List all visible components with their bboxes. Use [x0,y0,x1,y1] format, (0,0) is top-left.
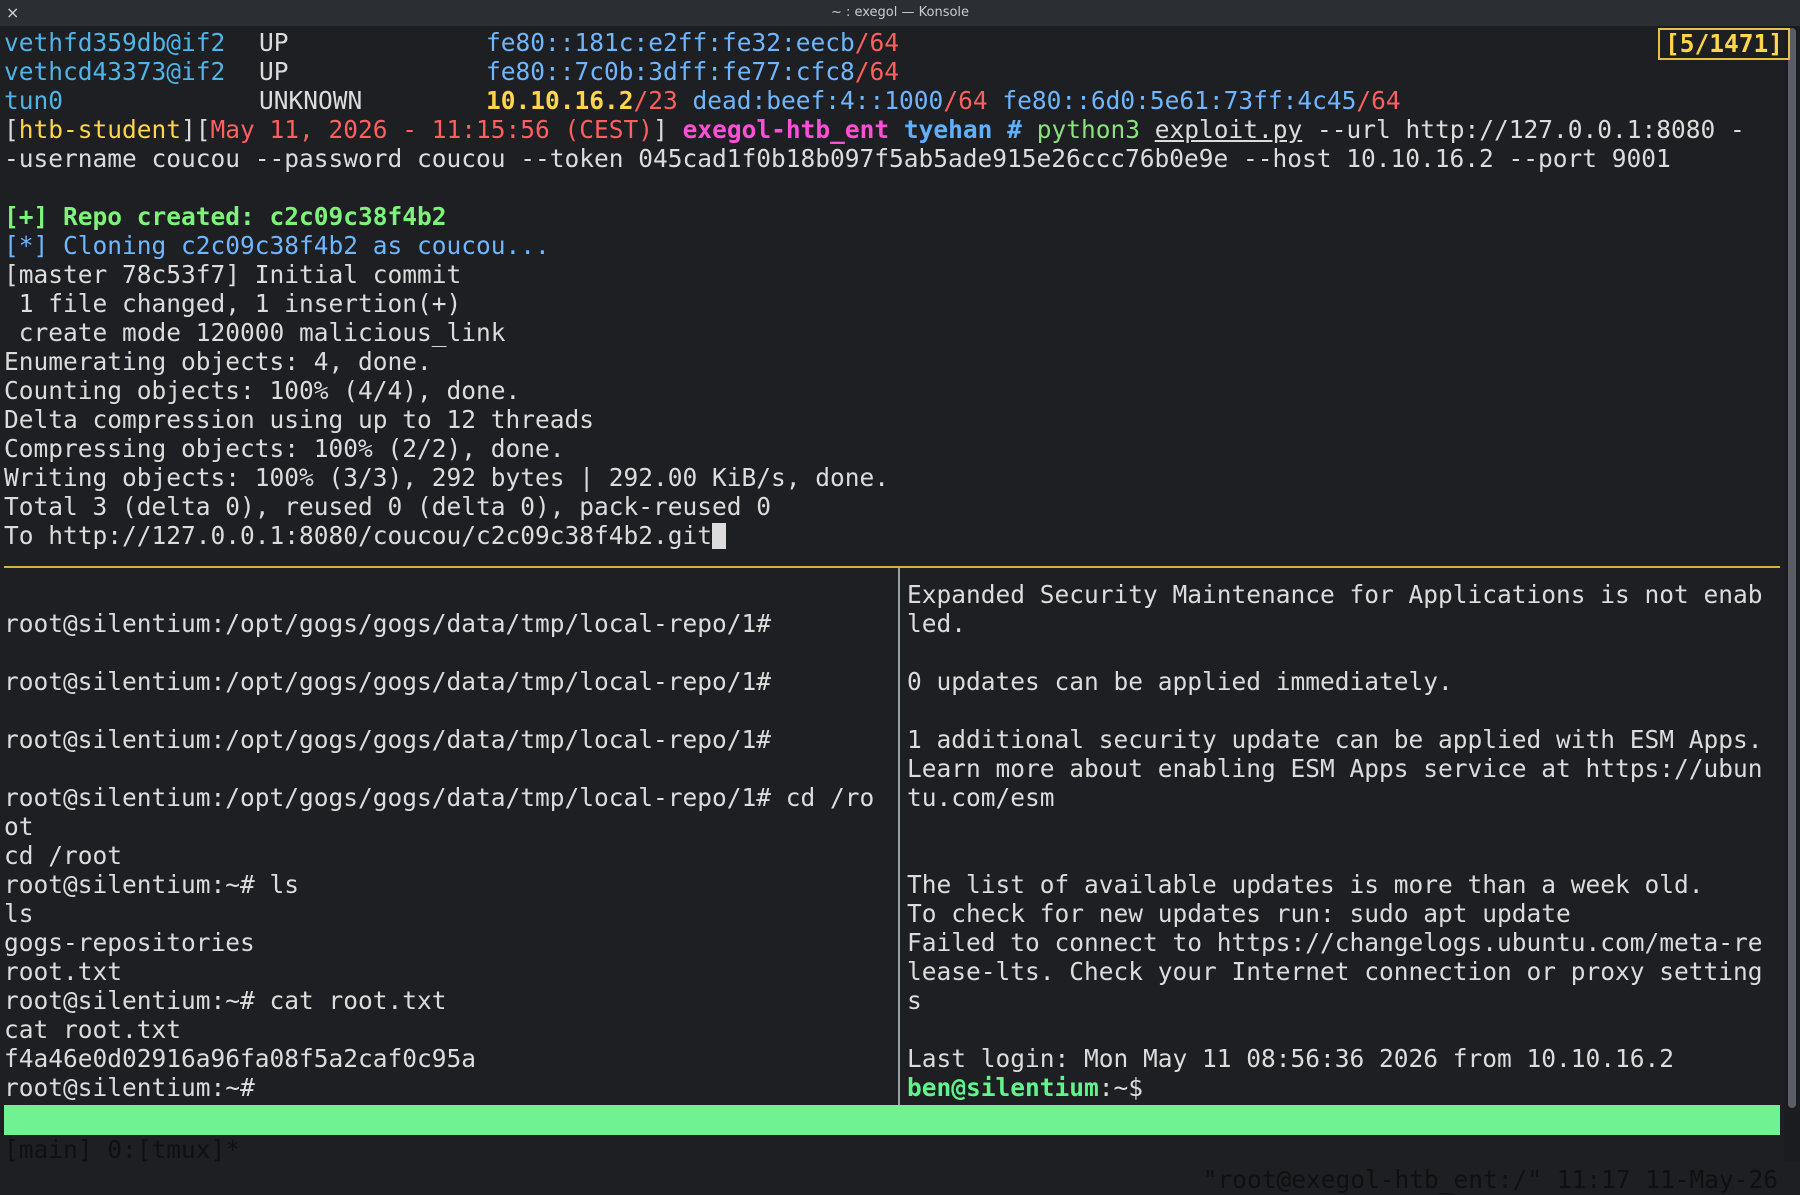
right-pane-line: led. [907,609,967,638]
iface-prefix: /64 [854,57,900,86]
window-title: ~ : exegol — Konsole [830,5,970,20]
scrollbar-thumb[interactable] [1788,28,1796,1108]
iface-addr: fe80::7c0b:3dff:fe77:cfc8 [486,57,855,86]
output-line: [*] Cloning c2c09c38f4b2 as coucou... [4,231,550,260]
left-pane-line: root@silentium:~# cat root.txt [4,986,447,1015]
iface-ipv4: 10.10.16.2 [486,86,634,115]
prompt-bracket: ][ [181,115,211,144]
command-name: python3 [1036,115,1140,144]
iface-state: UNKNOWN [259,86,363,115]
right-pane-line: Last login: Mon May 11 08:56:36 2026 fro… [907,1044,1675,1073]
right-pane-line: The list of available updates is more th… [907,870,1704,899]
right-pane-line: lease-lts. Check your Internet connectio… [907,957,1763,986]
prompt-path: :~$ [1098,1073,1144,1102]
output-line: To http://127.0.0.1:8080/coucou/c2c09c38… [4,521,727,550]
iface-addr: fe80::181c:e2ff:fe32:eecb [486,28,855,57]
left-pane-line: root@silentium:~# ls [4,870,300,899]
right-pane-line: Learn more about enabling ESM Apps servi… [907,754,1763,783]
prompt-bracket: ] [653,115,668,144]
prompt-date: May 11, 2026 - 11:15:56 (CEST) [210,115,654,144]
iface-state: UP [259,28,289,57]
output-line: 1 file changed, 1 insertion(+) [4,289,462,318]
prompt-line: [htb-student][May 11, 2026 - 11:15:56 (C… [4,115,1745,144]
iface-line: tun0 UNKNOWN 10.10.16.2/23 dead:beef:4::10… [4,86,1401,115]
pane-separator-horizontal[interactable] [4,566,1780,568]
output-line: Enumerating objects: 4, done. [4,347,432,376]
left-pane-line: gogs-repositories [4,928,255,957]
left-pane-line: root.txt [4,957,123,986]
prompt-user: htb-student [18,115,182,144]
tmux-status-bar: [main] 0:[tmux]* "root@exegol-htb_ent:/"… [4,1105,1780,1194]
left-pane-line: f4a46e0d02916a96fa08f5a2caf0c95a [4,1044,477,1073]
left-pane-line: cat root.txt [4,1015,182,1044]
right-pane-line: Failed to connect to https://changelogs.… [907,928,1763,957]
iface-name: vethfd359db@if2 [4,28,226,57]
iface-ipv6: dead:beef:4::1000 [692,86,944,115]
output-line: Compressing objects: 100% (2/2), done. [4,434,565,463]
output-line: Counting objects: 100% (4/4), done. [4,376,521,405]
tmux-status-right: "root@exegol-htb_ent:/" 11:17 11-May-26 [1202,1165,1778,1194]
prompt-host: exegol-htb_ent [682,115,890,144]
iface-ipv6: fe80::6d0:5e61:73ff:4c45 [1002,86,1357,115]
pane-scroll-counter: [5/1471] [1658,28,1791,60]
output-line: Writing objects: 100% (3/3), 292 bytes |… [4,463,890,492]
prompt-bracket: [ [4,115,19,144]
command-args: --url http://127.0.0.1:8080 - [1317,115,1745,144]
left-pane-line: root@silentium:/opt/gogs/gogs/data/tmp/l… [4,667,772,696]
left-pane-line: root@silentium:~# [4,1073,255,1102]
command-script: exploit.py [1154,115,1303,144]
pane-separator-vertical[interactable] [898,568,900,1105]
right-pane-line: 0 updates can be applied immediately. [907,667,1453,696]
right-pane-line: 1 additional security update can be appl… [907,725,1763,754]
right-pane-line: tu.com/esm [907,783,1055,812]
window-titlebar: × ~ : exegol — Konsole [0,0,1800,26]
output-line: [master 78c53f7] Initial commit [4,260,462,289]
left-pane-line: root@silentium:/opt/gogs/gogs/data/tmp/l… [4,783,875,812]
scrollbar[interactable] [1784,26,1800,1161]
iface-prefix: /64 [1356,86,1401,115]
prompt-user: ben@silentium [907,1073,1099,1102]
right-pane-line: To check for new updates run: sudo apt u… [907,899,1571,928]
output-line: Delta compression using up to 12 threads [4,405,595,434]
iface-name: tun0 [4,86,64,115]
prompt-hash: # [1007,115,1022,144]
output-line: [+] Repo created: c2c09c38f4b2 [4,202,447,231]
iface-name: vethcd43373@if2 [4,57,226,86]
output-line: create mode 120000 malicious_link [4,318,506,347]
iface-line: vethfd359db@if2 UP fe80::181c:e2ff:fe32:ee… [4,28,899,57]
command-args-wrap: -username coucou --password coucou --tok… [4,144,1671,173]
iface-prefix: /64 [943,86,988,115]
iface-prefix: /23 [633,86,678,115]
right-pane-prompt: ben@silentium:~$ [907,1073,1143,1102]
left-pane-line: ls [4,899,34,928]
right-pane-line: s [907,986,922,1015]
output-text: To http://127.0.0.1:8080/coucou/c2c09c38… [4,521,713,550]
terminal-cursor [712,523,727,549]
left-pane-line: root@silentium:/opt/gogs/gogs/data/tmp/l… [4,609,772,638]
left-pane-line: ot [4,812,34,841]
output-line: Total 3 (delta 0), reused 0 (delta 0), p… [4,492,772,521]
iface-state: UP [259,57,289,86]
prompt-dir: tyehan [903,115,993,144]
left-pane-line: root@silentium:/opt/gogs/gogs/data/tmp/l… [4,725,772,754]
iface-prefix: /64 [854,28,900,57]
left-pane-line: cd /root [4,841,123,870]
iface-line: vethcd43373@if2 UP fe80::7c0b:3dff:fe77:cf… [4,57,899,86]
right-pane-line: Expanded Security Maintenance for Applic… [907,580,1763,609]
